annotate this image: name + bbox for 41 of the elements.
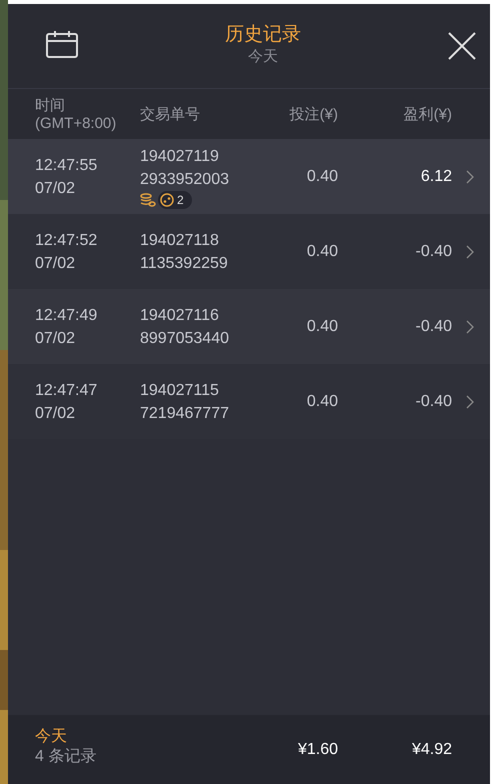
header-subtitle: 今天 xyxy=(248,46,278,66)
bet-amount: 0.40 xyxy=(306,392,338,410)
column-header: 盈利(¥) xyxy=(402,104,452,124)
order-number: 194027119 xyxy=(140,146,220,166)
column-header: 投注(¥) xyxy=(288,104,338,124)
free-spin-badge: 2 xyxy=(158,190,192,208)
order-number: 1135392259 xyxy=(140,254,229,274)
time-text: 12:47:52 xyxy=(35,230,98,250)
record-row[interactable]: 12:47:49 07/02 194027116 8997053440 0.40 -0.40 xyxy=(8,289,490,364)
order-number: 2933952003 xyxy=(140,170,230,190)
order-number: 194027116 xyxy=(140,306,220,326)
profit-amount: 6.12 xyxy=(420,168,452,186)
total-profit: ¥4.92 xyxy=(410,740,452,758)
date-text: 07/02 xyxy=(35,404,76,424)
bet-amount: 0.40 xyxy=(306,242,338,260)
time-text: 12:47:55 xyxy=(35,156,98,176)
bet-amount: 0.40 xyxy=(306,318,338,336)
profit-amount: -0.40 xyxy=(414,242,452,260)
total-bet: ¥1.60 xyxy=(296,740,338,758)
order-number: 194027115 xyxy=(140,380,220,400)
order-number: 8997053440 xyxy=(140,328,230,348)
calendar-icon[interactable] xyxy=(46,30,78,58)
date-text: 07/02 xyxy=(35,254,76,274)
profit-amount: -0.40 xyxy=(414,392,452,410)
bet-amount: 0.40 xyxy=(306,168,338,186)
header-title: 历史记录 xyxy=(225,22,301,46)
column-header: 时间 xyxy=(35,96,66,115)
date-text: 07/02 xyxy=(35,328,76,348)
profit-amount: -0.40 xyxy=(414,318,452,336)
footer-period: 今天 xyxy=(35,726,68,746)
record-row[interactable]: 12:47:55 07/02 194027119 2933952003 2 0.40 6.12 xyxy=(8,139,490,214)
record-count: 4 条记录 xyxy=(35,746,98,766)
column-header: (GMT+8:00) xyxy=(35,115,118,132)
coins-icon xyxy=(140,192,156,206)
time-text: 12:47:49 xyxy=(35,306,98,326)
column-header: 交易单号 xyxy=(140,104,201,124)
order-number: 7219467777 xyxy=(140,404,230,424)
close-icon[interactable] xyxy=(448,32,476,60)
order-number: 194027118 xyxy=(140,230,220,250)
date-text: 07/02 xyxy=(35,178,76,198)
time-text: 12:47:47 xyxy=(35,380,98,400)
